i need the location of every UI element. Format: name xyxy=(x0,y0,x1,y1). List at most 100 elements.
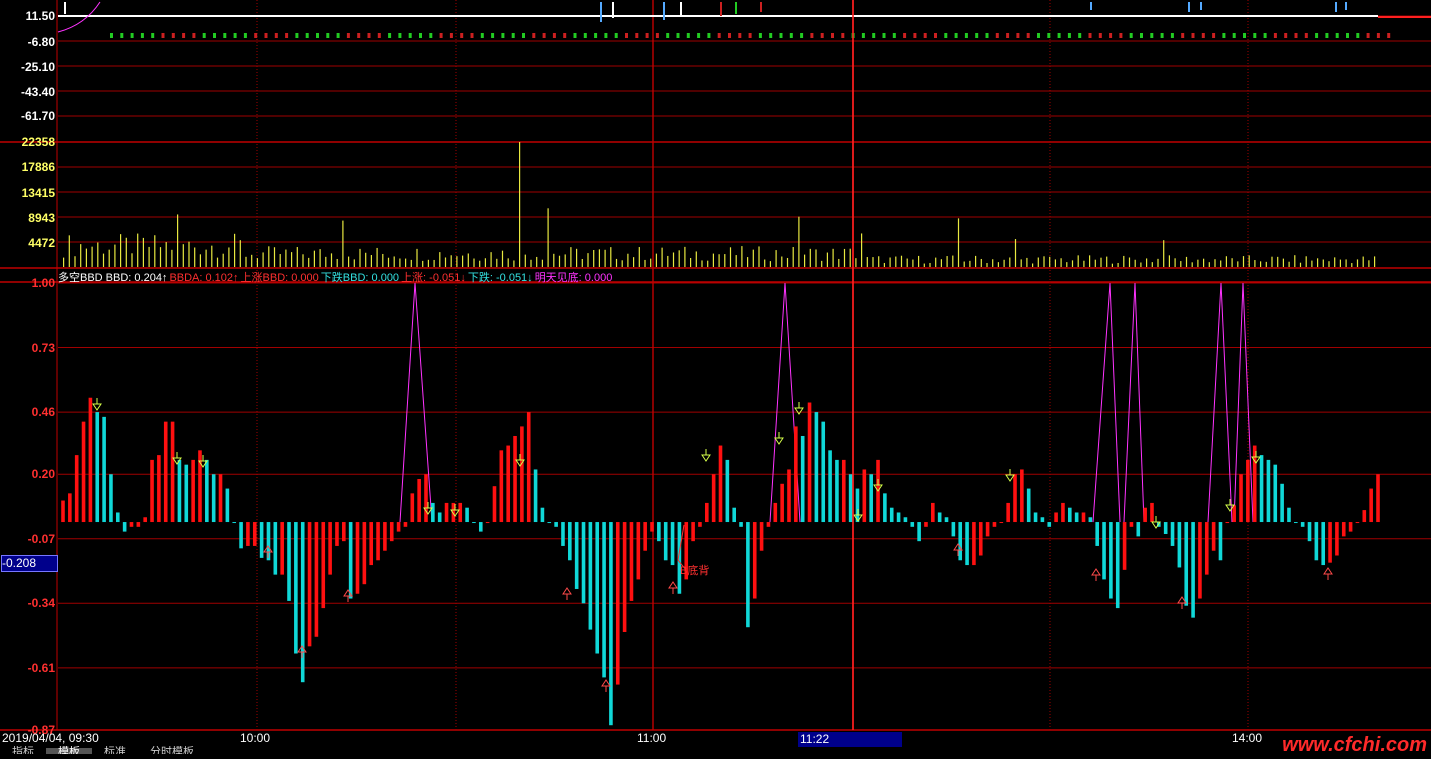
indicator-tick-label: -0.61 xyxy=(27,660,55,675)
bbd-bar xyxy=(794,426,798,523)
signal-dot xyxy=(295,33,299,38)
price-tick xyxy=(680,2,682,16)
bottom-tab[interactable]: 模板 xyxy=(46,747,92,754)
volume-bar xyxy=(895,256,897,267)
volume-bar xyxy=(747,257,749,267)
bbd-bar xyxy=(547,522,552,524)
bbd-bar xyxy=(362,522,367,585)
signal-dot xyxy=(120,33,124,38)
volume-bar xyxy=(923,263,925,267)
volume-bar xyxy=(815,249,817,267)
bbd-bar xyxy=(1047,522,1052,527)
bbd-bar xyxy=(499,450,504,523)
signal-dot xyxy=(861,33,865,38)
bbd-bar xyxy=(1362,510,1367,523)
volume-bar xyxy=(496,258,498,267)
signal-dot xyxy=(1222,33,1226,38)
volume-bar xyxy=(997,262,999,267)
bbd-bar xyxy=(800,435,805,523)
bbd-bar xyxy=(81,421,86,523)
volume-bar xyxy=(650,258,652,267)
bbd-bar xyxy=(1081,512,1086,523)
signal-dot xyxy=(130,33,134,38)
signal-dot xyxy=(161,33,165,38)
chart-canvas[interactable] xyxy=(0,0,1431,754)
signal-dot xyxy=(1366,33,1370,38)
bbd-bar xyxy=(650,522,654,532)
volume-bar xyxy=(826,252,828,267)
price-tick xyxy=(1188,2,1190,12)
bottom-tab[interactable]: 指标 xyxy=(0,747,46,755)
volume-bar xyxy=(256,258,258,267)
legend-item: 下跌BBD: 0.000 xyxy=(320,272,400,284)
signal-dot xyxy=(913,33,917,38)
signal-dot xyxy=(274,33,278,38)
signal-dot xyxy=(666,33,670,38)
bbd-bar xyxy=(1040,517,1045,523)
signal-dot xyxy=(810,33,814,38)
volume-bar xyxy=(1071,260,1074,267)
signal-dot xyxy=(1273,33,1277,38)
bbd-bar xyxy=(1218,522,1223,561)
bbd-bar xyxy=(931,502,935,523)
volume-bar xyxy=(279,254,281,267)
bbd-bar xyxy=(985,522,990,537)
price-tick-label: -43.40 xyxy=(20,85,55,99)
bottom-tab[interactable]: 标准 xyxy=(92,747,138,755)
signal-dot xyxy=(316,33,319,38)
volume-bar xyxy=(1231,258,1233,267)
volume-bar xyxy=(353,259,355,267)
volume-bar xyxy=(1271,256,1273,267)
bbd-bar xyxy=(780,483,784,523)
bbd-bar xyxy=(903,517,908,523)
volume-bar xyxy=(627,253,629,267)
volume-bar xyxy=(501,250,504,267)
volume-bar xyxy=(1083,260,1085,267)
volume-bar xyxy=(849,248,851,267)
signal-dot xyxy=(645,33,649,38)
volume-bar xyxy=(308,257,310,267)
bbd-bar xyxy=(191,459,195,523)
bbd-bar xyxy=(972,522,976,566)
signal-dot xyxy=(769,33,773,38)
bbd-bar xyxy=(506,445,510,523)
bbd-bar xyxy=(595,522,600,654)
signal-dot xyxy=(594,33,598,38)
bbd-bar xyxy=(657,522,661,542)
signal-dot xyxy=(1037,33,1040,38)
bbd-bar xyxy=(766,522,771,527)
volume-bar xyxy=(199,254,201,267)
bbd-bar xyxy=(150,459,154,523)
bbd-bar xyxy=(629,522,634,601)
signal-dot xyxy=(923,33,927,38)
volume-bar xyxy=(1185,256,1188,267)
bbd-bar xyxy=(369,522,374,566)
price-tick xyxy=(720,2,722,16)
bbd-bar xyxy=(1294,522,1298,524)
bottom-tab-bar[interactable]: 指标 模板 标准 分时模板 xyxy=(0,746,206,754)
volume-bar xyxy=(1168,255,1170,267)
chart-stage[interactable]: 11.50 -6.80 -25.10 -43.40 -61.70 22358 17886 1… xyxy=(0,0,1431,756)
bbd-bar xyxy=(896,512,901,523)
signal-dot xyxy=(1315,33,1319,38)
volume-bar xyxy=(479,260,481,267)
volume-bar xyxy=(832,248,834,267)
volume-bar xyxy=(530,259,532,267)
signal-dot xyxy=(944,33,948,38)
bbd-bar xyxy=(855,488,860,523)
volume-bar xyxy=(405,258,407,267)
volume-bar xyxy=(684,246,686,267)
volume-bar xyxy=(456,256,458,267)
bbd-bar xyxy=(1150,502,1154,523)
signal-dot xyxy=(542,33,546,38)
volume-bar xyxy=(1220,260,1222,267)
signal-dot xyxy=(717,33,721,38)
volume-bar xyxy=(980,258,982,267)
volume-bar xyxy=(365,252,367,267)
volume-bar xyxy=(120,234,122,267)
volume-bar xyxy=(1345,259,1347,267)
date-time-label: 2019/04/04, 09:30 xyxy=(2,731,99,745)
bbd-bar xyxy=(205,459,209,523)
bottom-tab[interactable]: 分时模板 xyxy=(138,747,206,755)
volume-bar xyxy=(154,235,156,267)
